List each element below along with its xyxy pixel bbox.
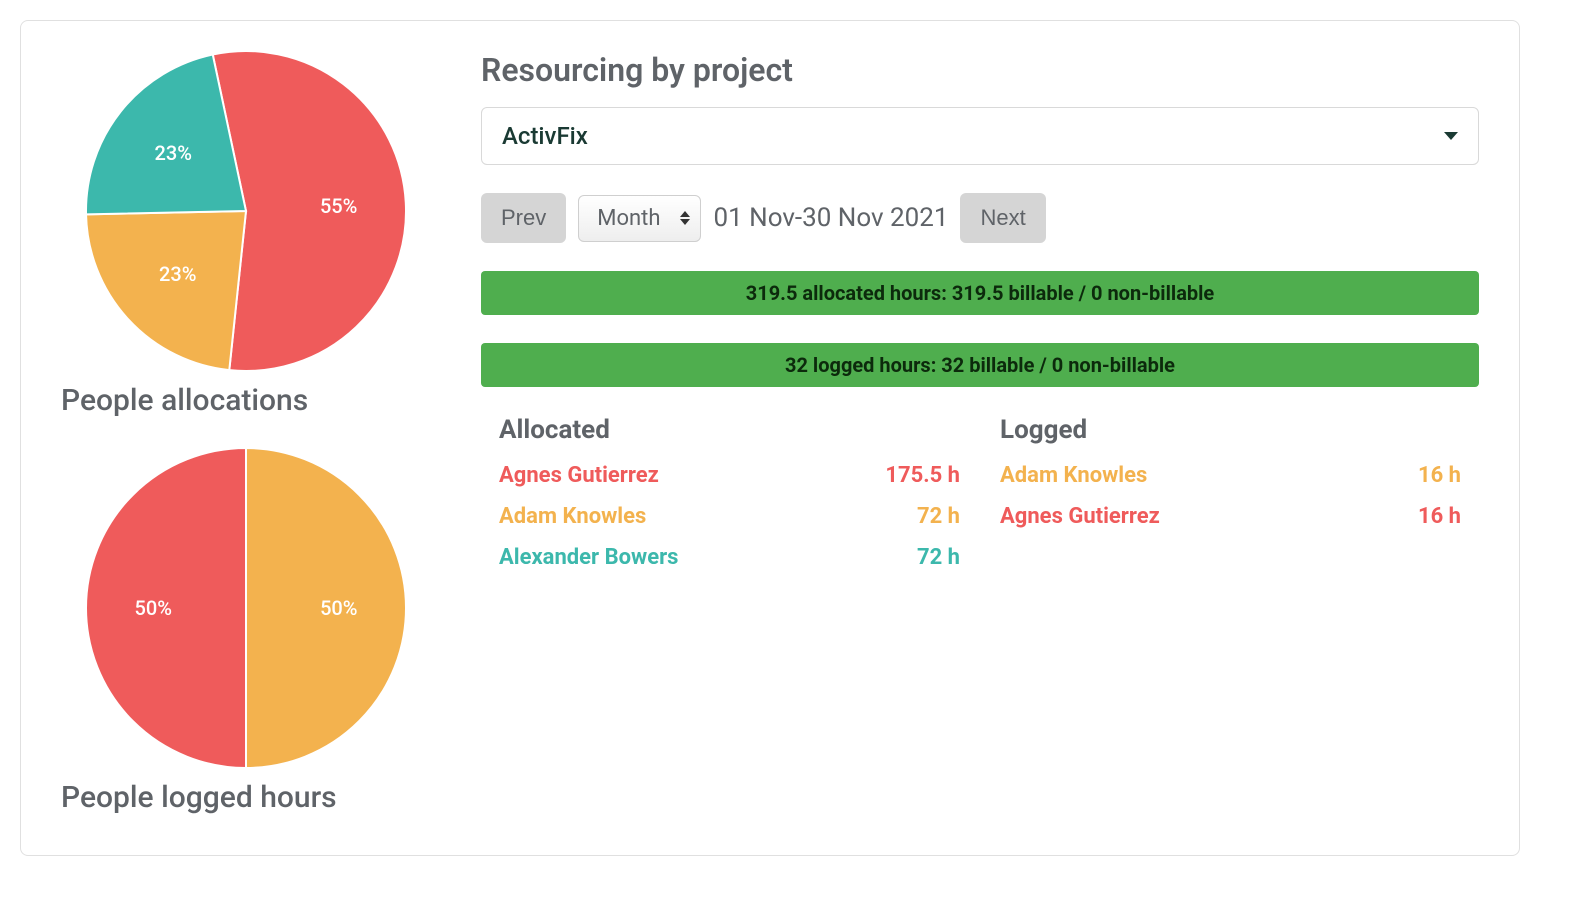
allocated-person-hours: 72 h [917, 545, 960, 570]
allocated-summary-bar: 319.5 allocated hours: 319.5 billable / … [481, 271, 1479, 315]
breakdown-tables: Allocated Agnes Gutierrez 175.5 h Adam Kno… [481, 415, 1479, 586]
project-dropdown-value: ActivFix [502, 122, 588, 150]
logged-person-name[interactable]: Agnes Gutierrez [1000, 504, 1160, 529]
date-navigator: Prev Month 01 Nov-30 Nov 2021 Next [481, 193, 1479, 243]
stepper-icon [680, 211, 690, 225]
logged-person-hours: 16 h [1418, 463, 1461, 488]
allocated-person-name[interactable]: Adam Knowles [499, 504, 646, 529]
date-range-label: 01 Nov-30 Nov 2021 [713, 203, 948, 233]
project-dropdown[interactable]: ActivFix [481, 107, 1479, 165]
logged-column: Logged Adam Knowles 16 h Agnes Gutierrez 16… [1000, 415, 1461, 586]
allocations-chart-block: 55%23%23% People allocations [61, 51, 431, 418]
logged-row: Adam Knowles 16 h [1000, 463, 1461, 488]
logged-heading: Logged [1000, 415, 1461, 445]
details-column: Resourcing by project ActivFix Prev Mont… [481, 51, 1479, 815]
allocated-person-hours: 72 h [917, 504, 960, 529]
allocated-column: Allocated Agnes Gutierrez 175.5 h Adam Kno… [499, 415, 960, 586]
allocations-chart-title: People allocations [61, 383, 308, 418]
allocated-row: Alexander Bowers 72 h [499, 545, 960, 570]
logged-person-name[interactable]: Adam Knowles [1000, 463, 1147, 488]
allocated-row: Agnes Gutierrez 175.5 h [499, 463, 960, 488]
logged-summary-bar: 32 logged hours: 32 billable / 0 non-bil… [481, 343, 1479, 387]
period-select-value: Month [597, 206, 660, 231]
period-select[interactable]: Month [578, 195, 701, 242]
logged-person-hours: 16 h [1418, 504, 1461, 529]
allocated-person-hours: 175.5 h [885, 463, 960, 488]
allocated-heading: Allocated [499, 415, 960, 445]
logged-pie-chart: 50%50% [86, 448, 406, 768]
logged-chart-title: People logged hours [61, 780, 337, 815]
allocated-row: Adam Knowles 72 h [499, 504, 960, 529]
page-heading: Resourcing by project [481, 51, 1479, 89]
caret-down-icon [1444, 132, 1458, 140]
logged-chart-block: 50%50% People logged hours [61, 448, 431, 815]
logged-row: Agnes Gutierrez 16 h [1000, 504, 1461, 529]
resourcing-panel: 55%23%23% People allocations 50%50% Peop… [20, 20, 1520, 856]
allocations-pie-chart: 55%23%23% [86, 51, 406, 371]
allocated-person-name[interactable]: Alexander Bowers [499, 545, 678, 570]
prev-button[interactable]: Prev [481, 193, 566, 243]
charts-column: 55%23%23% People allocations 50%50% Peop… [61, 51, 431, 815]
next-button[interactable]: Next [960, 193, 1045, 243]
allocated-person-name[interactable]: Agnes Gutierrez [499, 463, 659, 488]
